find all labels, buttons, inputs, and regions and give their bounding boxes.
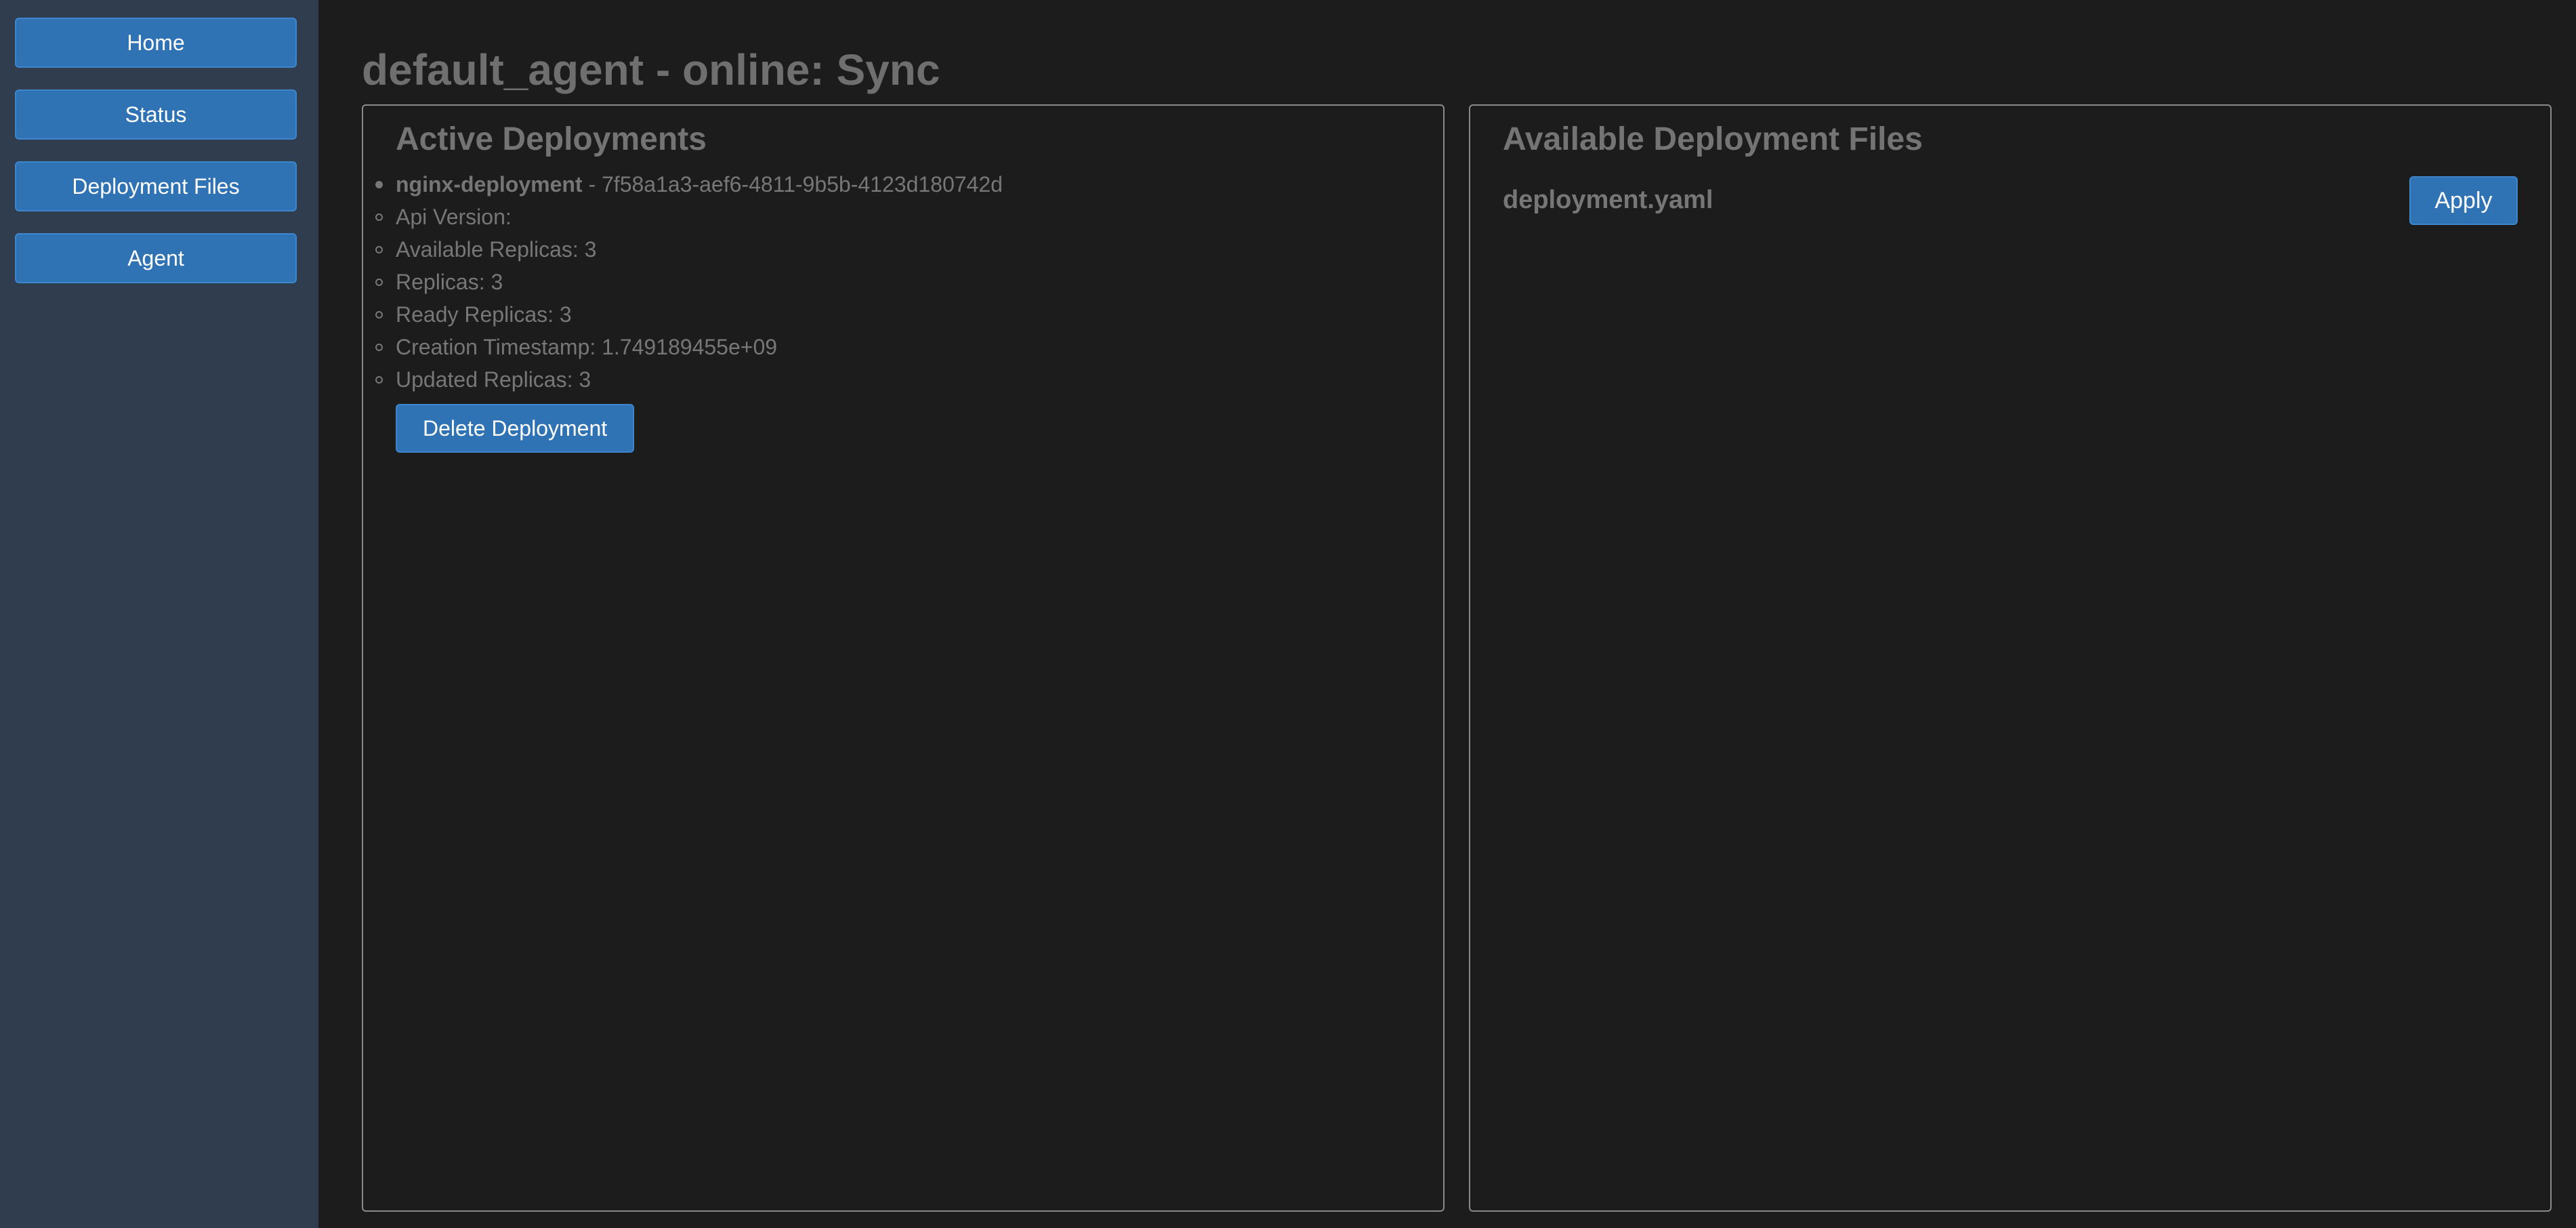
deployment-id: - 7f58a1a3-aef6-4811-9b5b-4123d180742d (582, 172, 1003, 197)
available-files-panel: Available Deployment Files deployment.ya… (1469, 104, 2552, 1212)
deployment-item: nginx-deployment - 7f58a1a3-aef6-4811-9b… (375, 168, 1003, 201)
detail-updated-replicas: Updated Replicas: 3 (375, 363, 1003, 396)
page-title: default_agent - online: Sync (362, 45, 940, 94)
detail-available-replicas: Available Replicas: 3 (375, 233, 1003, 266)
nav-home-button[interactable]: Home (15, 18, 297, 68)
apply-button[interactable]: Apply (2409, 176, 2518, 225)
deployment-name: nginx-deployment (396, 172, 583, 197)
detail-api-version: Api Version: (375, 201, 1003, 233)
detail-ready-replicas: Ready Replicas: 3 (375, 298, 1003, 331)
file-name: deployment.yaml (1503, 186, 1713, 214)
nav-deployment-files-button[interactable]: Deployment Files (15, 161, 297, 211)
available-files-title: Available Deployment Files (1503, 121, 1923, 157)
active-deployments-title: Active Deployments (396, 121, 707, 157)
nav-status-button[interactable]: Status (15, 89, 297, 140)
deployment-list: nginx-deployment - 7f58a1a3-aef6-4811-9b… (363, 168, 1003, 396)
sidebar: Home Status Deployment Files Agent (0, 0, 318, 1228)
nav-agent-button[interactable]: Agent (15, 233, 297, 283)
detail-creation-timestamp: Creation Timestamp: 1.749189455e+09 (375, 331, 1003, 363)
detail-replicas: Replicas: 3 (375, 266, 1003, 298)
active-deployments-panel: Active Deployments nginx-deployment - 7f… (362, 104, 1445, 1212)
delete-deployment-button[interactable]: Delete Deployment (396, 404, 635, 453)
